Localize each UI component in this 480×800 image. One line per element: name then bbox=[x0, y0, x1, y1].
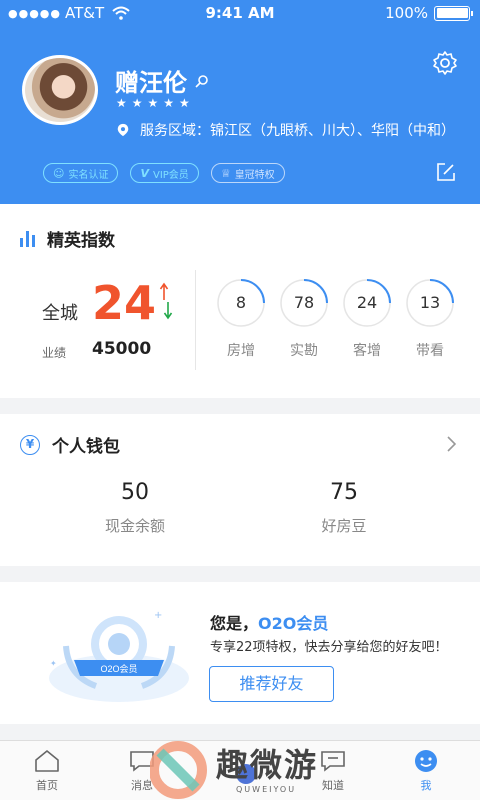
edit-name-icon[interactable] bbox=[195, 74, 209, 88]
watermark-text: 趣微游 bbox=[216, 746, 319, 784]
metric-survey[interactable]: 78 实勘 bbox=[277, 278, 331, 360]
performance-value: 45000 bbox=[92, 339, 152, 359]
watermark-subtext: QUWEIYOU bbox=[236, 785, 297, 794]
profile-header: ●●●●● AT&T 9:41 AM 100% 赠汪伦 ★★★★★ 服务区域：锦… bbox=[0, 0, 480, 204]
tab-me[interactable]: 我 bbox=[396, 749, 456, 793]
crown-icon: ♕ bbox=[220, 166, 231, 180]
bar-chart-icon bbox=[20, 230, 35, 247]
city-rank-value: 24 bbox=[92, 276, 157, 330]
wallet-card[interactable]: ¥ 个人钱包 50 现金余额 75 好房豆 bbox=[0, 414, 480, 566]
city-label: 全城 bbox=[42, 303, 78, 324]
recommend-friend-button[interactable]: 推荐好友 bbox=[209, 666, 334, 702]
svg-text:✦: ✦ bbox=[50, 659, 57, 668]
elite-index-card: 精英指数 全城 24 业绩 45000 8 房增 78 实勘 24 客增 13 … bbox=[0, 204, 480, 398]
metric-house-add[interactable]: 8 房增 bbox=[214, 278, 268, 360]
battery-percent: 100% bbox=[385, 4, 428, 22]
metric-showing[interactable]: 13 带看 bbox=[403, 278, 457, 360]
user-name: 赠汪伦 bbox=[115, 69, 187, 97]
star-rating: ★★★★★ bbox=[116, 96, 195, 110]
tab-home[interactable]: 首页 bbox=[17, 749, 77, 793]
service-area-text: 服务区域：锦江区（九眼桥、川大）、华阳（中和） bbox=[140, 123, 455, 139]
house-beans[interactable]: 75 好房豆 bbox=[274, 480, 414, 536]
edit-profile-icon[interactable] bbox=[436, 162, 456, 182]
badge-vip[interactable]: V VIP会员 bbox=[130, 163, 199, 183]
location-pin-icon bbox=[117, 123, 129, 137]
wallet-title: 个人钱包 bbox=[52, 437, 120, 457]
home-icon bbox=[35, 750, 59, 772]
cash-balance[interactable]: 50 现金余额 bbox=[65, 480, 205, 536]
battery-icon bbox=[434, 5, 473, 21]
badge-crown[interactable]: ♕ 皇冠特权 bbox=[210, 163, 285, 183]
medal-label: O2O会员 bbox=[100, 663, 137, 674]
yen-icon: ¥ bbox=[20, 434, 40, 455]
divider bbox=[195, 270, 196, 370]
person-icon: ☺ bbox=[53, 166, 65, 180]
badge-list: ☺ 实名认证 V VIP会员 ♕ 皇冠特权 bbox=[43, 163, 285, 183]
promo-description: 专享22项特权，快去分享给您的好友吧！ bbox=[210, 640, 448, 655]
profile-icon bbox=[415, 750, 437, 772]
svg-text:+: + bbox=[154, 610, 162, 621]
avatar[interactable] bbox=[22, 55, 98, 125]
chevron-right-icon[interactable] bbox=[446, 436, 456, 452]
elite-index-title: 精英指数 bbox=[47, 231, 115, 251]
membership-medal-icon: O2O会员 + ✦ bbox=[49, 610, 189, 702]
metric-client-add[interactable]: 24 客增 bbox=[340, 278, 394, 360]
v-icon: V bbox=[140, 166, 149, 180]
status-bar: ●●●●● AT&T 9:41 AM 100% bbox=[0, 0, 480, 26]
performance-label: 业绩 bbox=[42, 346, 67, 360]
promo-title: 您是，O2O会员 bbox=[210, 614, 329, 633]
badge-real-name[interactable]: ☺ 实名认证 bbox=[43, 163, 119, 183]
membership-promo-card: O2O会员 + ✦ 您是，O2O会员 专享22项特权，快去分享给您的好友吧！ 推… bbox=[0, 582, 480, 724]
gear-icon[interactable] bbox=[432, 50, 458, 76]
up-down-arrow-icon bbox=[159, 282, 173, 320]
